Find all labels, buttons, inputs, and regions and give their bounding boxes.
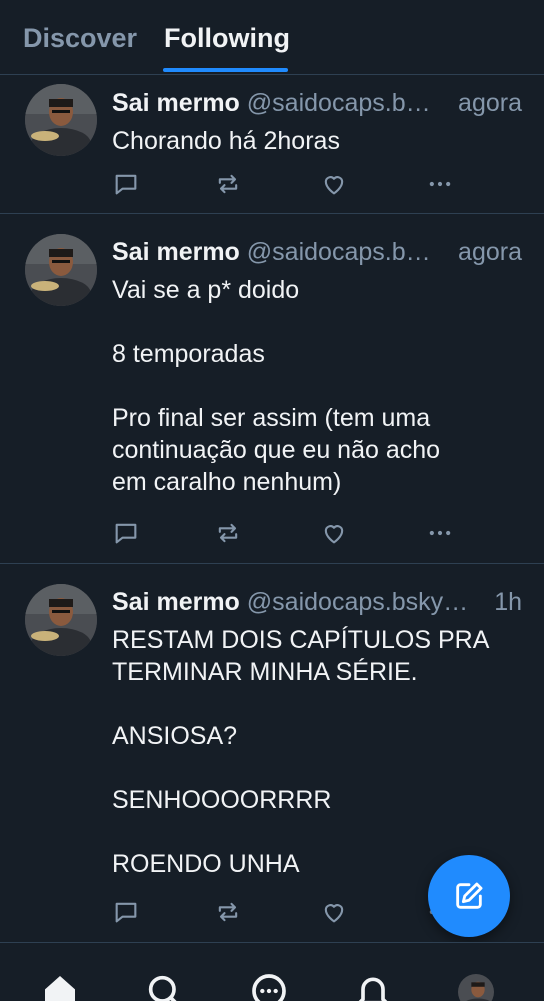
compose-post-button[interactable] (428, 855, 510, 937)
pencil-square-icon (456, 882, 483, 909)
nav-chat[interactable] (249, 971, 289, 1001)
post-line: Pro final ser assim (tem uma (112, 404, 431, 432)
repost-button[interactable] (214, 170, 242, 198)
post-line: SENHOOOORRRR (112, 786, 332, 814)
tab-following[interactable]: Following (164, 22, 290, 54)
nav-home[interactable] (40, 971, 80, 1001)
author-handle[interactable]: @saidocaps.bsky… (247, 588, 468, 616)
reply-button[interactable] (112, 898, 140, 926)
house-icon (45, 976, 75, 1001)
active-tab-indicator (163, 68, 288, 72)
reply-button[interactable] (112, 519, 140, 547)
post-line (112, 816, 522, 848)
repost-arrows-icon (218, 902, 238, 922)
post-line (112, 370, 522, 402)
post-line (112, 752, 522, 784)
heart-icon (324, 176, 344, 195)
bell-icon (358, 977, 388, 1001)
post-header: Sai mermo @saidocaps.bsky… 1h (112, 585, 522, 619)
post-line: 8 temporadas (112, 340, 265, 368)
post-header: Sai mermo @saidocaps.b… agora (112, 86, 522, 120)
nav-profile-avatar[interactable] (458, 974, 494, 1001)
tab-discover[interactable]: Discover (23, 22, 137, 54)
feed-tabs: Discover Following (0, 0, 544, 75)
like-button[interactable] (320, 898, 348, 926)
magnifier-icon (148, 975, 177, 1001)
post-line (112, 688, 522, 720)
post-line (112, 306, 522, 338)
post-text: Chorando há 2horas (112, 125, 522, 157)
feed-post[interactable]: Sai mermo @saidocaps.b… agora Chorando h… (0, 74, 544, 214)
heart-icon (324, 904, 344, 923)
post-line: TERMINAR MINHA SÉRIE. (112, 658, 418, 686)
post-line: em caralho nenhum) (112, 468, 342, 496)
chat-bubble-icon (252, 974, 286, 1001)
like-button[interactable] (320, 519, 348, 547)
post-actions (112, 170, 457, 200)
author-name[interactable]: Sai mermo (112, 238, 240, 266)
speech-bubble-icon (115, 174, 137, 195)
author-name[interactable]: Sai mermo (112, 588, 240, 616)
post-line: ANSIOSA? (112, 722, 238, 750)
post-actions (112, 519, 457, 549)
post-line: Chorando há 2horas (112, 127, 340, 155)
repost-button[interactable] (214, 519, 242, 547)
avatar[interactable] (25, 84, 97, 156)
author-handle[interactable]: @saidocaps.b… (247, 89, 431, 117)
avatar[interactable] (25, 584, 97, 656)
more-options-button[interactable] (426, 519, 454, 547)
post-text: RESTAM DOIS CAPÍTULOS PRA TERMINAR MINHA… (112, 624, 522, 880)
post-line: continuação que eu não acho (112, 436, 441, 464)
repost-button[interactable] (214, 898, 242, 926)
post-header: Sai mermo @saidocaps.b… agora (112, 235, 522, 269)
post-actions (112, 898, 457, 928)
nav-notifications[interactable] (353, 971, 393, 1001)
author-handle[interactable]: @saidocaps.b… (247, 238, 431, 266)
post-line: RESTAM DOIS CAPÍTULOS PRA (112, 626, 490, 654)
post-time: 1h (488, 585, 522, 619)
post-line: Vai se a p* doido (112, 276, 300, 304)
repost-arrows-icon (218, 174, 238, 194)
author-name[interactable]: Sai mermo (112, 89, 240, 117)
repost-arrows-icon (218, 523, 238, 543)
post-text: Vai se a p* doido 8 temporadas Pro final… (112, 274, 522, 498)
ellipsis-icon (429, 181, 451, 187)
post-time: agora (452, 235, 522, 269)
speech-bubble-icon (115, 523, 137, 544)
like-button[interactable] (320, 170, 348, 198)
nav-search[interactable] (144, 971, 184, 1001)
avatar[interactable] (25, 234, 97, 306)
feed-post[interactable]: Sai mermo @saidocaps.b… agora Vai se a p… (0, 214, 544, 564)
more-options-button[interactable] (426, 170, 454, 198)
post-time: agora (452, 86, 522, 120)
ellipsis-icon (429, 530, 451, 536)
bottom-navigation (0, 942, 544, 1001)
reply-button[interactable] (112, 170, 140, 198)
heart-icon (324, 525, 344, 544)
speech-bubble-icon (115, 902, 137, 923)
